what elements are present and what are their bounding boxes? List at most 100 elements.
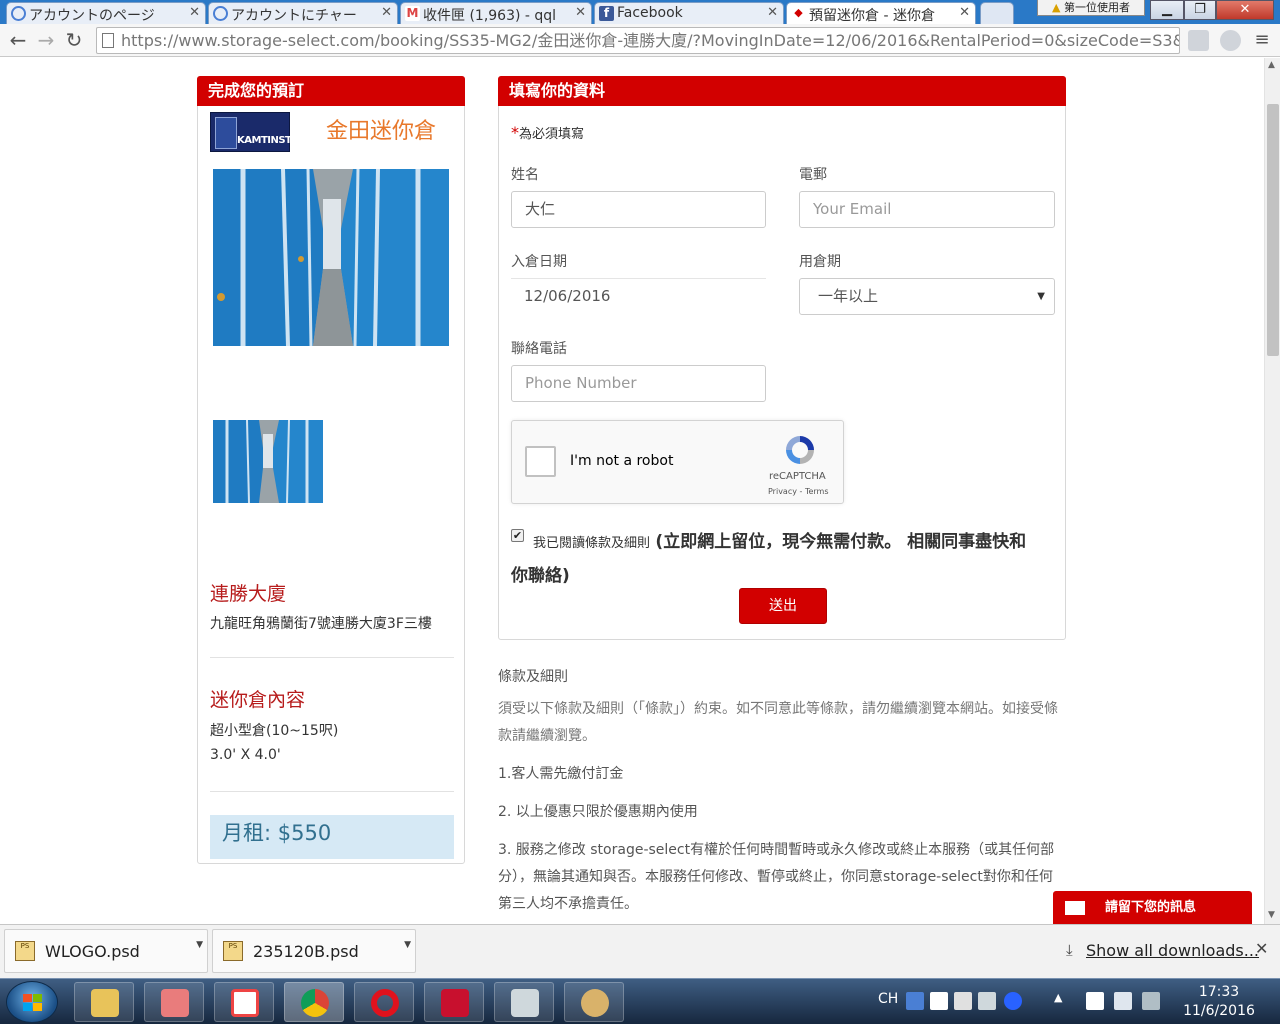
terms-item: 2. 以上優惠只限於優惠期內使用: [498, 804, 698, 820]
booking-form-panel: 填寫你的資料 *為必須填寫 姓名 大仁 電郵 Your Email 入倉日期 1…: [498, 76, 1066, 640]
system-clock[interactable]: 17:33 11/6/2016: [1182, 983, 1256, 1021]
ime-mode-icon[interactable]: [954, 992, 972, 1010]
chevron-down-icon[interactable]: ▼: [404, 930, 411, 960]
summary-heading: 完成您的預訂: [197, 76, 465, 106]
close-tab-icon[interactable]: ✕: [575, 5, 586, 20]
move-in-date-label: 入倉日期: [511, 254, 567, 270]
windows-taskbar: CH ▲ 17:33 11/6/2016: [0, 978, 1280, 1024]
taskbar-explorer[interactable]: [74, 982, 134, 1022]
store-logo: KAMTINSTORE: [210, 112, 313, 152]
back-arrow-icon[interactable]: ←: [6, 29, 30, 53]
building-name: 連勝大廈: [210, 583, 287, 605]
divider: [210, 657, 454, 658]
action-center-flag-icon[interactable]: [1086, 992, 1104, 1010]
ime-icon[interactable]: [906, 992, 924, 1010]
kaspersky-icon: [441, 989, 469, 1017]
start-button[interactable]: [6, 981, 58, 1023]
menu-icon[interactable]: ≡: [1250, 29, 1274, 53]
font-icon[interactable]: [930, 992, 948, 1010]
close-tab-icon[interactable]: ✕: [767, 5, 778, 20]
taskbar-kaspersky[interactable]: [424, 982, 484, 1022]
windows-icon[interactable]: [1114, 992, 1132, 1010]
download-arrow-icon: ⤓: [1066, 941, 1073, 959]
email-label: 電郵: [799, 167, 827, 183]
maximize-button[interactable]: ❐: [1184, 0, 1216, 20]
submit-button[interactable]: 送出: [739, 588, 827, 624]
page-viewport: 完成您的預訂 KAMTINSTORE 金田迷你倉 連勝大廈 九龍旺角鴉蘭街7號連…: [0, 58, 1264, 924]
opera-icon: [371, 989, 399, 1017]
taskbar-webcam[interactable]: [494, 982, 554, 1022]
browser-tab-bar: アカウントのページ ✕ アカウントにチャー ✕ M 收件匣 (1,963) - …: [0, 0, 1280, 25]
email-field[interactable]: Your Email: [799, 191, 1055, 228]
rental-period-select[interactable]: 一年以上 ▼: [799, 278, 1055, 315]
extension-icon[interactable]: [1188, 30, 1209, 51]
chevron-down-icon: ▼: [1037, 291, 1045, 302]
chevron-down-icon[interactable]: ▼: [196, 930, 203, 960]
required-note: *為必須填寫: [511, 123, 585, 142]
name-field[interactable]: 大仁: [511, 191, 766, 228]
recaptcha-checkbox[interactable]: [525, 446, 556, 477]
minimize-button[interactable]: ▁: [1150, 0, 1184, 20]
move-in-date-field[interactable]: 12/06/2016: [511, 278, 766, 313]
tab-storage-booking[interactable]: ◆ 預留迷你倉 - 迷你倉 ✕: [786, 2, 976, 25]
scrollbar-thumb[interactable]: [1267, 104, 1279, 356]
close-window-button[interactable]: ✕: [1216, 0, 1274, 20]
downloads-bar: PS WLOGO.psd ▼ PS 235120B.psd ▼ ⤓ Show a…: [0, 924, 1280, 978]
terms-item: 1.客人需先繳付訂金: [498, 766, 624, 782]
show-all-downloads-link[interactable]: Show all downloads...: [1086, 941, 1259, 960]
tab-gmail[interactable]: M 收件匣 (1,963) - qql ✕: [400, 2, 592, 24]
psd-file-icon: PS: [223, 941, 243, 961]
taskbar-apps[interactable]: [214, 982, 274, 1022]
chrome-icon: [301, 989, 329, 1017]
network-icon[interactable]: [1142, 992, 1160, 1010]
unit-content-heading: 迷你倉內容: [210, 689, 306, 711]
taskbar-opera[interactable]: [354, 982, 414, 1022]
forward-arrow-icon[interactable]: →: [34, 29, 58, 53]
terms-agreement-checkbox[interactable]: ✔: [511, 529, 524, 542]
folder-icon: [91, 989, 119, 1017]
help-icon[interactable]: [1004, 992, 1022, 1010]
terms-heading: 條款及細則: [498, 669, 568, 685]
extension-icon[interactable]: [1220, 30, 1241, 51]
recaptcha-terms-link[interactable]: Privacy - Terms: [768, 487, 829, 496]
close-icon[interactable]: ✕: [1255, 939, 1268, 958]
new-tab-button[interactable]: [980, 2, 1014, 24]
name-label: 姓名: [511, 167, 539, 183]
input-language-indicator[interactable]: CH: [878, 991, 898, 1007]
taskbar-notepad[interactable]: [144, 982, 204, 1022]
tab-account-charge[interactable]: アカウントにチャー ✕: [208, 2, 398, 24]
user-profile-badge[interactable]: ▲ 第一位使用者: [1037, 0, 1145, 16]
url-input[interactable]: https://www.storage-select.com/booking/S…: [96, 27, 1180, 54]
taskbar-chrome[interactable]: [284, 982, 344, 1022]
storage-corridor-photo[interactable]: [213, 169, 449, 346]
globe-icon: [213, 6, 228, 21]
tab-facebook[interactable]: f Facebook ✕: [594, 2, 784, 24]
terms-intro: 須受以下條款及細則（「條款」）約束。如不同意此等條款，請勿繼續瀏覽本網站。如接受…: [498, 701, 1058, 744]
gmail-icon: M: [405, 6, 420, 21]
store-name: 金田迷你倉: [326, 119, 437, 144]
scroll-down-icon[interactable]: ▼: [1268, 910, 1275, 920]
tab-account-page[interactable]: アカウントのページ ✕: [6, 2, 206, 24]
form-heading: 填寫你的資料: [498, 76, 1066, 106]
keyboard-icon[interactable]: [978, 992, 996, 1010]
storage-site-icon: ◆: [791, 6, 806, 21]
taskbar-paint[interactable]: [564, 982, 624, 1022]
show-hidden-icons[interactable]: ▲: [1054, 991, 1062, 1004]
download-item[interactable]: PS WLOGO.psd ▼: [4, 929, 208, 973]
close-tab-icon[interactable]: ✕: [189, 5, 200, 20]
facebook-icon: f: [599, 6, 614, 21]
download-item[interactable]: PS 235120B.psd ▼: [212, 929, 416, 973]
leave-message-chat-widget[interactable]: 請留下您的訊息: [1053, 891, 1252, 924]
scroll-up-icon[interactable]: ▲: [1268, 60, 1275, 70]
close-tab-icon[interactable]: ✕: [959, 5, 970, 20]
windows-logo-icon: [23, 994, 43, 1012]
unit-dimensions: 3.0' X 4.0': [210, 747, 281, 763]
close-tab-icon[interactable]: ✕: [381, 5, 392, 20]
phone-field[interactable]: Phone Number: [511, 365, 766, 402]
recaptcha-logo-icon: [786, 436, 814, 464]
address-toolbar: ← → ↻ https://www.storage-select.com/boo…: [0, 24, 1280, 57]
page-scrollbar[interactable]: ▲ ▼: [1264, 58, 1280, 924]
notepad-icon: [161, 989, 189, 1017]
storage-thumbnail-photo[interactable]: [213, 420, 323, 503]
reload-icon[interactable]: ↻: [62, 29, 86, 53]
